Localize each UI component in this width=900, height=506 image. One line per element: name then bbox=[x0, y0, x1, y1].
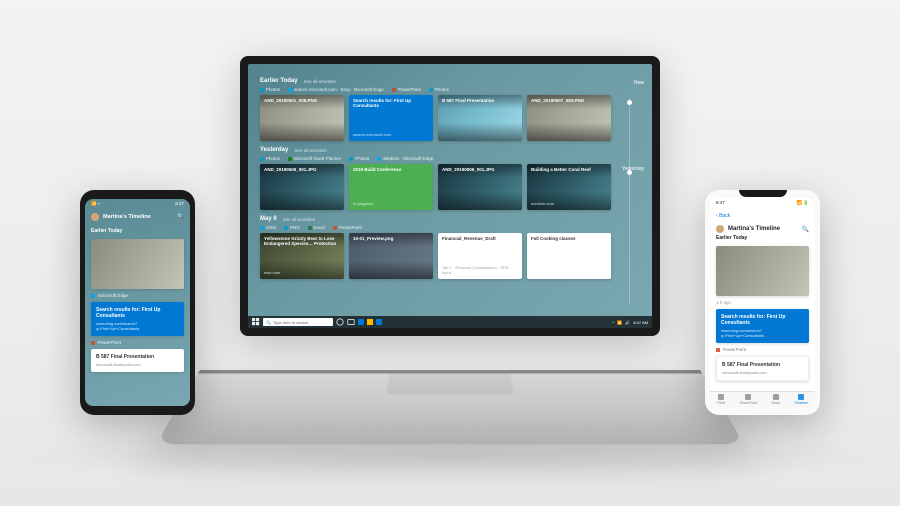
start-icon[interactable] bbox=[252, 318, 260, 326]
activity-card[interactable]: AND_20190501_008.PNG bbox=[260, 95, 344, 141]
android-screen: 📶 ▪8:47 Martina's Timeline 🔍 Earlier Tod… bbox=[85, 199, 190, 406]
activity-card[interactable]: Fall Cooking classes bbox=[527, 233, 611, 279]
ios-tab-bar: Feed SharePoint News Timeline bbox=[710, 391, 815, 407]
activity-card-photo[interactable] bbox=[716, 246, 809, 296]
android-header: Martina's Timeline 🔍 bbox=[85, 208, 190, 226]
laptop-keyboard-deck bbox=[156, 370, 744, 444]
iphone-screen: 8:47📶 🔋 ‹ Back Martina's Timeline 🔍 Earl… bbox=[710, 198, 815, 407]
activity-card[interactable]: Financial_Revenue_DraftTab 1 · Revenue C… bbox=[438, 233, 522, 279]
activity-card[interactable]: Yellowstone Grizzly Bear to Lose Endange… bbox=[260, 233, 344, 279]
app-label: PowerPoint bbox=[85, 339, 190, 346]
windows-timeline: Earlier TodaySee all activities Photossea… bbox=[248, 64, 652, 328]
section-heading: Earlier Today bbox=[85, 226, 190, 236]
mail-icon[interactable] bbox=[376, 319, 382, 325]
activity-card[interactable]: Building a Better Coral Reefmedium.com bbox=[527, 164, 611, 210]
app-label: Microsoft Edge bbox=[85, 292, 190, 299]
activity-card-search[interactable]: Search results for: First Up Consultants… bbox=[91, 302, 184, 336]
section-heading: Earlier Today bbox=[710, 233, 815, 243]
activity-card-photo[interactable] bbox=[91, 239, 184, 289]
page-title: Martina's Timeline 🔍 bbox=[710, 225, 815, 233]
activity-card[interactable]: 2019 Build ConferenceIn progress bbox=[349, 164, 433, 210]
tab-feed[interactable]: Feed bbox=[717, 394, 725, 405]
tab-sharepoint[interactable]: SharePoint bbox=[740, 394, 757, 405]
system-tray[interactable]: ^📶🔊 8:47 AM bbox=[612, 320, 648, 325]
app-labels-row: MSNPNGExcelPowerPoint bbox=[260, 225, 640, 230]
see-all-link[interactable]: See all activities bbox=[294, 148, 326, 153]
task-view-icon[interactable] bbox=[347, 318, 355, 326]
activity-card[interactable]: 10-01_Preview.png bbox=[349, 233, 433, 279]
section-heading: YesterdaySee all activities bbox=[260, 147, 640, 153]
app-labels-row: Photossearch.microsoft.com · Bing · Micr… bbox=[260, 87, 640, 92]
avatar[interactable] bbox=[91, 213, 99, 221]
cortana-icon[interactable] bbox=[336, 318, 344, 326]
search-icon[interactable]: 🔍 bbox=[177, 214, 184, 220]
android-statusbar: 📶 ▪8:47 bbox=[85, 199, 190, 208]
activity-card-powerpoint[interactable]: B 587 Final Presentation microsoft.share… bbox=[91, 349, 184, 372]
taskbar-search[interactable]: 🔍Type here to search bbox=[263, 318, 333, 326]
activity-card-search[interactable]: Search results for: First Up Consultants… bbox=[716, 309, 809, 343]
page-title: Martina's Timeline bbox=[103, 214, 151, 220]
activity-card[interactable]: AND_20190506_001.JPG bbox=[438, 164, 522, 210]
cards-row: Yellowstone Grizzly Bear to Lose Endange… bbox=[260, 233, 640, 279]
laptop-device: Earlier TodaySee all activities Photossea… bbox=[240, 56, 660, 480]
section-heading: Earlier TodaySee all activities bbox=[260, 78, 640, 84]
activity-card[interactable]: Search results for: First Up Consultants… bbox=[349, 95, 433, 141]
laptop-screen: Earlier TodaySee all activities Photossea… bbox=[240, 56, 660, 336]
windows-taskbar[interactable]: 🔍Type here to search ^📶🔊 8:47 AM bbox=[248, 316, 652, 328]
iphone-notch bbox=[739, 190, 787, 197]
app-labels-row: PhotosMicrosoft Gantt PlannerPhotosMediu… bbox=[260, 156, 640, 161]
scroll-yesterday-label: Yesterday bbox=[622, 166, 644, 172]
see-all-link[interactable]: See all activities bbox=[283, 217, 315, 222]
activity-card[interactable]: AND_20190507_083.PNG bbox=[527, 95, 611, 141]
avatar[interactable] bbox=[716, 225, 724, 233]
timeline-scrollbar[interactable]: Now Yesterday bbox=[614, 80, 644, 308]
tab-timeline[interactable]: Timeline bbox=[795, 394, 808, 405]
edge-icon[interactable] bbox=[358, 319, 364, 325]
section-heading: May 6See all activities bbox=[260, 216, 640, 222]
scroll-now-label: Now bbox=[614, 80, 644, 86]
iphone-device: 8:47📶 🔋 ‹ Back Martina's Timeline 🔍 Earl… bbox=[705, 190, 820, 415]
activity-card[interactable]: B 587 Final Presentation bbox=[438, 95, 522, 141]
activity-card-powerpoint[interactable]: B 587 Final Presentation microsoft.share… bbox=[716, 356, 809, 381]
scroll-node[interactable] bbox=[627, 100, 632, 105]
cards-row: AND_20190501_008.PNGSearch results for: … bbox=[260, 95, 640, 141]
activity-card[interactable]: AND_20190506_001.JPG bbox=[260, 164, 344, 210]
android-phone: 📶 ▪8:47 Martina's Timeline 🔍 Earlier Tod… bbox=[80, 190, 195, 415]
tab-news[interactable]: News bbox=[771, 394, 780, 405]
search-icon[interactable]: 🔍 bbox=[802, 226, 809, 233]
time-ago-label: 1 h ago bbox=[710, 299, 815, 306]
app-label: PowerPoint bbox=[710, 346, 815, 353]
explorer-icon[interactable] bbox=[367, 319, 373, 325]
see-all-link[interactable]: See all activities bbox=[304, 79, 336, 84]
cards-row: AND_20190506_001.JPG2019 Build Conferenc… bbox=[260, 164, 640, 210]
back-button[interactable]: ‹ Back bbox=[710, 207, 815, 225]
taskbar-time: 8:47 AM bbox=[633, 320, 648, 325]
ios-statusbar: 8:47📶 🔋 bbox=[710, 198, 815, 207]
